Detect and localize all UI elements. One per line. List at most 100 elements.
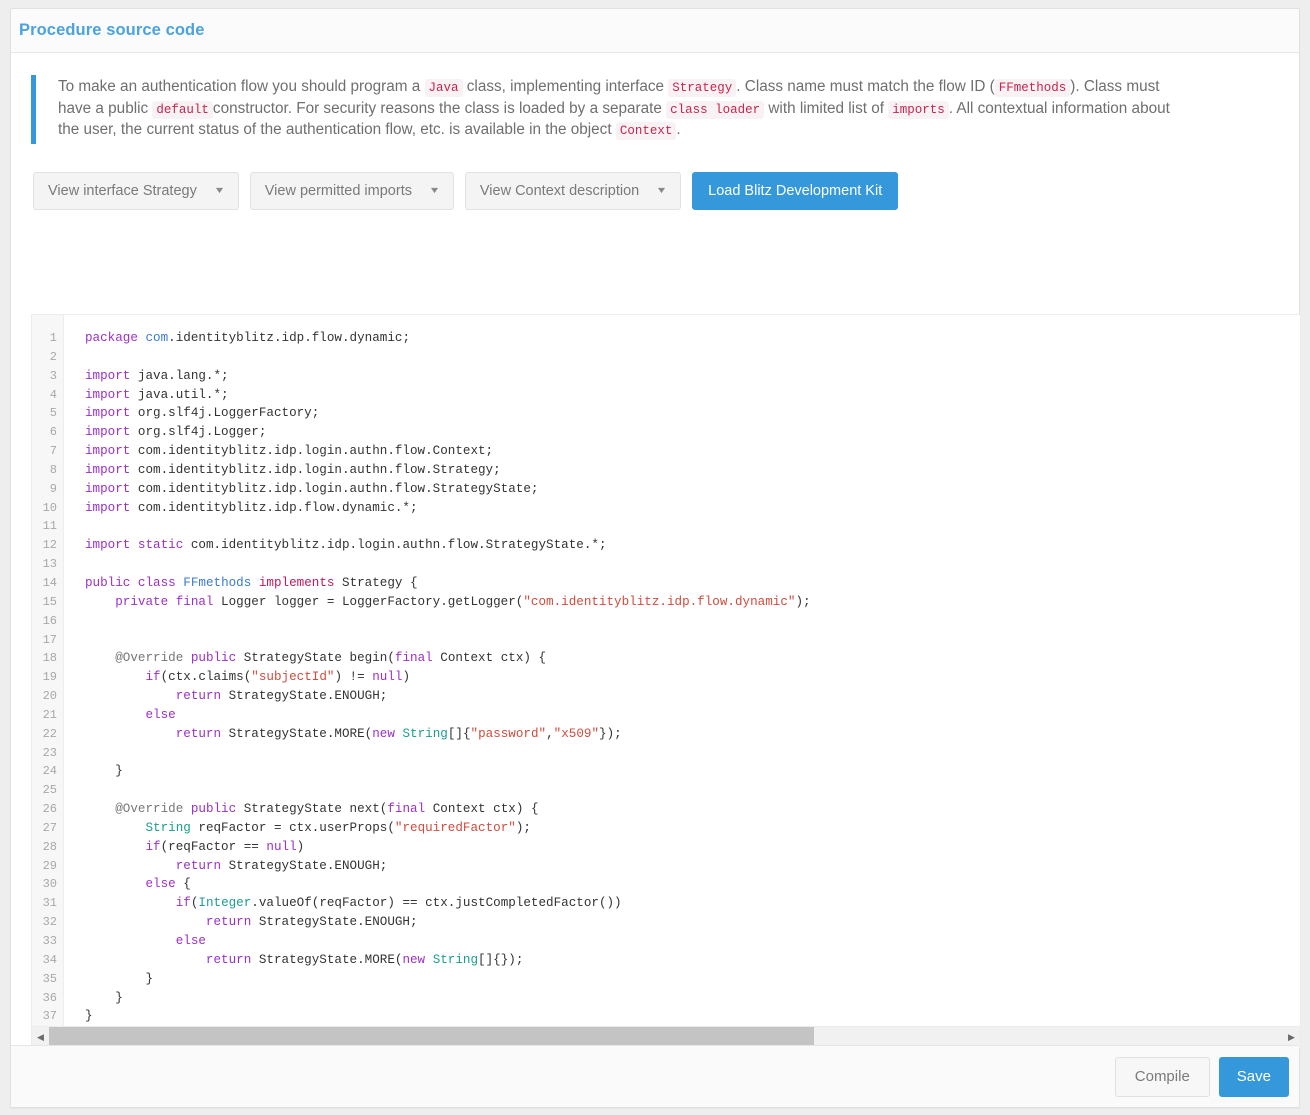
- panel-header: Procedure source code: [11, 9, 1299, 53]
- code-editor[interactable]: 1 2 3 4 5 6 7 8 9 10 11 12 13 14 15 16 17 18 19 20 21 22 23 24 2…: [31, 314, 1301, 1049]
- line-number: 6: [49, 425, 57, 440]
- save-button[interactable]: Save: [1218, 1056, 1289, 1097]
- chevron-down-icon: ▼: [428, 185, 441, 195]
- code-line: public class FFmethods implements Strate…: [85, 575, 418, 590]
- callout-text-3: . Class name must match the flow ID (: [736, 78, 995, 95]
- line-number: 15: [42, 594, 57, 609]
- code-line: private final Logger logger = LoggerFact…: [115, 594, 811, 609]
- code-line: import com.identityblitz.idp.flow.dynami…: [85, 500, 418, 515]
- code-area[interactable]: 1 2 3 4 5 6 7 8 9 10 11 12 13 14 15 16 17 18 19 20 21 22 23 24 2…: [32, 315, 1300, 1026]
- code-line: if(Integer.valueOf(reqFactor) == ctx.jus…: [175, 896, 622, 911]
- code-line: import com.identityblitz.idp.login.authn…: [85, 444, 494, 459]
- code-line: @Override public StrategyState begin(fin…: [115, 651, 547, 666]
- code-lines[interactable]: package com.identityblitz.idp.flow.dynam…: [65, 315, 1300, 1026]
- code-line: else: [145, 707, 176, 722]
- code-line: String reqFactor = ctx.userProps("requir…: [145, 820, 531, 835]
- procedure-source-code-panel: Procedure source code To make an authent…: [10, 8, 1301, 1108]
- line-number: 18: [42, 651, 57, 666]
- code-line: if(ctx.claims("subjectId") != null): [145, 670, 411, 685]
- code-line: else: [175, 934, 206, 948]
- code-line: }: [85, 1009, 93, 1024]
- line-number: 19: [42, 670, 57, 685]
- view-context-description-label: View Context description: [479, 182, 640, 199]
- code-line: if(reqFactor == null): [145, 839, 305, 854]
- line-number: 29: [42, 858, 57, 873]
- line-number: 8: [49, 462, 57, 477]
- compile-button[interactable]: Compile: [1114, 1056, 1210, 1097]
- line-number: 21: [42, 707, 57, 722]
- line-number: 10: [42, 500, 57, 515]
- line-number: 11: [42, 519, 57, 534]
- inline-code-java: Java: [424, 79, 463, 97]
- load-blitz-development-kit-button[interactable]: Load Blitz Development Kit: [692, 171, 899, 210]
- chevron-down-icon: ▼: [213, 185, 226, 195]
- line-number: 23: [42, 745, 57, 760]
- code-line: return StrategyState.ENOUGH;: [175, 858, 388, 873]
- code-line: import com.identityblitz.idp.login.authn…: [85, 462, 501, 477]
- code-line: }: [85, 971, 154, 986]
- save-label: Save: [1236, 1068, 1271, 1085]
- callout-text-6: with limited list of: [764, 99, 889, 117]
- panel-footer: Compile Save: [11, 1045, 1299, 1107]
- line-number: 24: [42, 764, 57, 779]
- inline-code-imports: imports: [888, 100, 949, 119]
- view-interface-strategy-button[interactable]: View interface Strategy ▼: [33, 171, 239, 210]
- line-number: 34: [42, 952, 57, 967]
- view-permitted-imports-button[interactable]: View permitted imports ▼: [249, 171, 454, 210]
- line-number: 4: [49, 387, 57, 402]
- view-context-description-button[interactable]: View Context description ▼: [464, 171, 682, 210]
- inline-code-context: Context: [615, 122, 677, 140]
- line-number: 13: [42, 557, 57, 572]
- compile-label: Compile: [1134, 1068, 1190, 1085]
- line-number: 17: [42, 632, 57, 647]
- line-number: 37: [42, 1009, 57, 1024]
- line-number: 12: [42, 538, 57, 553]
- code-line: package com.identityblitz.idp.flow.dynam…: [85, 331, 410, 345]
- code-line: return StrategyState.ENOUGH;: [175, 689, 388, 704]
- code-line: else {: [145, 877, 191, 892]
- view-permitted-imports-label: View permitted imports: [264, 182, 412, 199]
- line-number: 25: [42, 783, 57, 798]
- callout-text-8: authentication flow, etc. is available i…: [285, 121, 616, 138]
- line-number: 16: [42, 613, 57, 628]
- line-number: 36: [42, 990, 57, 1005]
- chevron-down-icon: ▼: [655, 185, 668, 195]
- line-number: 26: [42, 802, 57, 817]
- line-number: 2: [49, 349, 57, 364]
- code-line: return StrategyState.MORE(new String[]{"…: [175, 726, 622, 741]
- code-line: }: [85, 990, 123, 1005]
- info-callout: To make an authentication flow you shoul…: [31, 75, 1191, 144]
- view-interface-strategy-label: View interface Strategy: [48, 182, 197, 199]
- inline-code-ffmethods: FFmethods: [994, 79, 1071, 97]
- code-line: return StrategyState.ENOUGH;: [205, 915, 418, 930]
- load-blitz-development-kit-label: Load Blitz Development Kit: [708, 182, 883, 199]
- line-number: 7: [49, 444, 57, 459]
- callout-text-5: constructor. For security reasons the cl…: [212, 99, 667, 117]
- line-number: 32: [42, 915, 57, 930]
- inline-code-default: default: [152, 100, 213, 119]
- code-line: import java.util.*;: [85, 387, 229, 402]
- line-number: 5: [49, 406, 57, 421]
- page-title: Procedure source code: [19, 21, 205, 39]
- line-number: 27: [42, 820, 57, 835]
- line-number: 33: [42, 934, 57, 948]
- panel-body: To make an authentication flow you shoul…: [11, 53, 1301, 1049]
- code-line: import java.lang.*;: [85, 368, 229, 383]
- code-line: @Override public StrategyState next(fina…: [115, 802, 539, 817]
- line-number: 14: [42, 575, 57, 590]
- line-number: 35: [42, 971, 57, 986]
- line-number: 28: [42, 839, 57, 854]
- code-line: import com.identityblitz.idp.login.authn…: [85, 481, 539, 496]
- line-number: 20: [42, 689, 57, 704]
- toolbar: View interface Strategy ▼ View permitted…: [33, 171, 1281, 210]
- code-line: import org.slf4j.LoggerFactory;: [85, 406, 320, 421]
- inline-code-class-loader: class loader: [666, 100, 765, 119]
- code-line: return StrategyState.MORE(new String[]{}…: [205, 952, 524, 967]
- inline-code-strategy: Strategy: [668, 79, 737, 97]
